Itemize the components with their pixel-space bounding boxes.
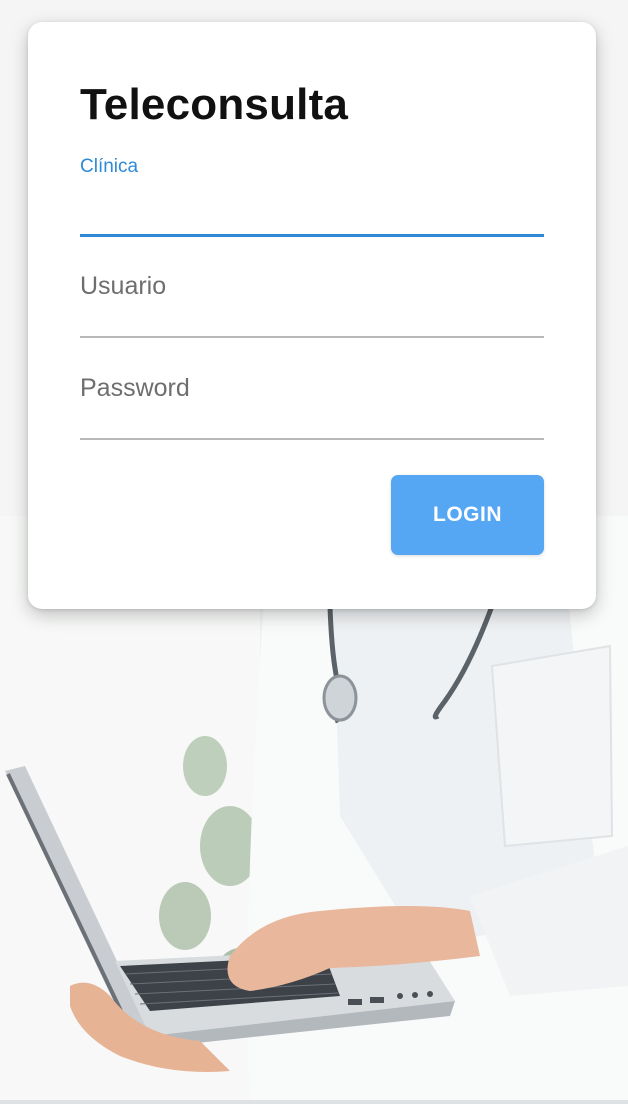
clinic-underline [80,234,544,237]
login-card: Teleconsulta Clínica Usuario Password LO… [28,22,596,609]
username-placeholder: Usuario [80,272,167,300]
clinic-field[interactable]: Clínica [80,156,544,237]
username-underline [80,336,544,338]
login-button[interactable]: LOGIN [391,475,544,555]
password-underline [80,438,544,440]
username-field[interactable]: Usuario [80,258,544,338]
clinic-input[interactable] [80,197,544,237]
password-placeholder: Password [80,374,190,402]
password-field[interactable]: Password [80,360,544,440]
app-title: Teleconsulta [80,80,349,129]
clinic-label: Clínica [80,156,139,177]
